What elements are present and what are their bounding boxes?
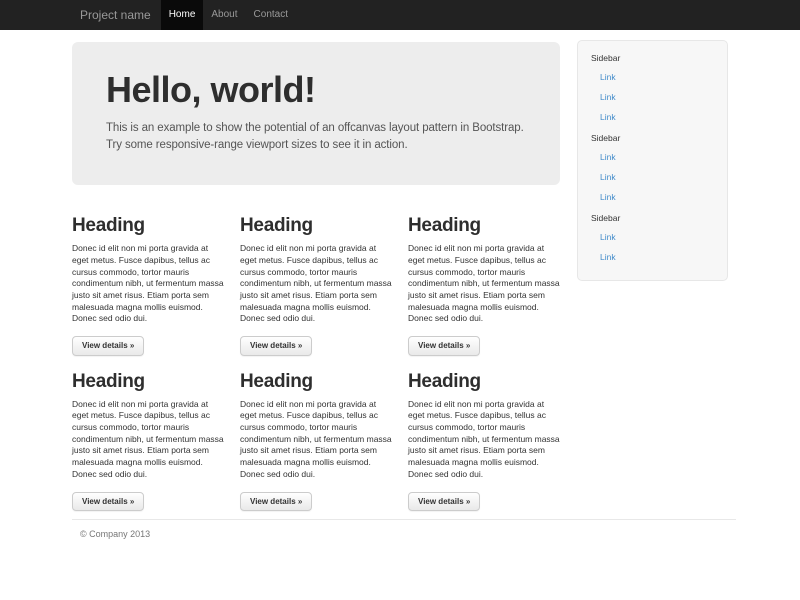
content-card: Heading Donec id elit non mi porta gravi…	[408, 371, 560, 511]
nav-item-about[interactable]: About	[203, 0, 245, 30]
content-card: Heading Donec id elit non mi porta gravi…	[240, 371, 392, 511]
content-card: Heading Donec id elit non mi porta gravi…	[72, 215, 224, 355]
view-details-button[interactable]: View details »	[240, 336, 312, 356]
navbar-container: Project name Home About Contact	[64, 0, 736, 30]
sidebar-link[interactable]: Link	[578, 227, 727, 247]
nav-item-home[interactable]: Home	[161, 0, 204, 30]
card-heading: Heading	[408, 371, 560, 393]
footer: © Company 2013	[64, 519, 736, 539]
content-card: Heading Donec id elit non mi porta gravi…	[408, 215, 560, 355]
jumbotron-text: This is an example to show the potential…	[106, 120, 526, 156]
page-container: Hello, world! This is an example to show…	[64, 30, 736, 539]
sidebar: Sidebar Link Link Link Sidebar Link Link…	[577, 40, 728, 281]
card-body: Donec id elit non mi porta gravida at eg…	[72, 243, 224, 325]
sidebar-link[interactable]: Link	[578, 147, 727, 167]
sidebar-link[interactable]: Link	[578, 167, 727, 187]
sidebar-group-title: Sidebar	[578, 207, 727, 227]
sidebar-link[interactable]: Link	[578, 87, 727, 107]
jumbotron: Hello, world! This is an example to show…	[72, 42, 560, 185]
card-body: Donec id elit non mi porta gravida at eg…	[240, 243, 392, 325]
view-details-button[interactable]: View details »	[240, 492, 312, 512]
sidebar-link[interactable]: Link	[578, 247, 727, 267]
card-body: Donec id elit non mi porta gravida at eg…	[408, 243, 560, 325]
card-heading: Heading	[72, 371, 224, 393]
card-heading: Heading	[240, 371, 392, 393]
view-details-button[interactable]: View details »	[72, 492, 144, 512]
card-body: Donec id elit non mi porta gravida at eg…	[408, 399, 560, 481]
card-heading: Heading	[72, 215, 224, 237]
copyright-text: © Company 2013	[80, 529, 736, 539]
view-details-button[interactable]: View details »	[408, 336, 480, 356]
content-card: Heading Donec id elit non mi porta gravi…	[72, 371, 224, 511]
sidebar-link[interactable]: Link	[578, 67, 727, 87]
cards-row-1: Heading Donec id elit non mi porta gravi…	[72, 215, 560, 355]
sidebar-link[interactable]: Link	[578, 187, 727, 207]
main-content: Hello, world! This is an example to show…	[72, 30, 560, 511]
card-heading: Heading	[408, 215, 560, 237]
top-navbar: Project name Home About Contact	[0, 0, 800, 30]
main-row: Hello, world! This is an example to show…	[64, 30, 736, 511]
card-body: Donec id elit non mi porta gravida at eg…	[72, 399, 224, 481]
navbar-nav: Home About Contact	[161, 0, 296, 30]
view-details-button[interactable]: View details »	[72, 336, 144, 356]
page-title: Hello, world!	[106, 70, 526, 110]
card-body: Donec id elit non mi porta gravida at eg…	[240, 399, 392, 481]
card-heading: Heading	[240, 215, 392, 237]
nav-item-contact[interactable]: Contact	[246, 0, 296, 30]
content-card: Heading Donec id elit non mi porta gravi…	[240, 215, 392, 355]
view-details-button[interactable]: View details »	[408, 492, 480, 512]
sidebar-link[interactable]: Link	[578, 107, 727, 127]
cards-row-2: Heading Donec id elit non mi porta gravi…	[72, 371, 560, 511]
footer-divider	[72, 519, 736, 520]
sidebar-group-title: Sidebar	[578, 47, 727, 67]
sidebar-group-title: Sidebar	[578, 127, 727, 147]
navbar-brand[interactable]: Project name	[80, 0, 151, 30]
